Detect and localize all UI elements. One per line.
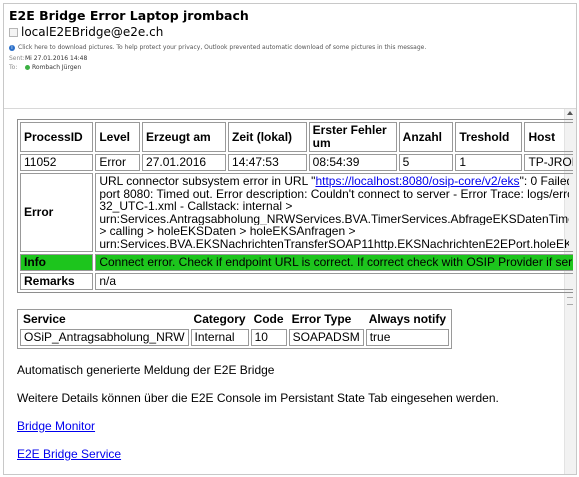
cell-host: TP-JROMBA	[524, 154, 573, 171]
col-time: Zeit (lokal)	[228, 122, 307, 152]
cell-category: Internal	[190, 329, 249, 346]
cell-created: 27.01.2016	[142, 154, 227, 171]
service-table-header-row: Service Category Code Error Type Always …	[20, 312, 449, 327]
error-label: Error	[20, 173, 94, 252]
col-created: Erzeugt am	[142, 122, 227, 152]
sender-row: localE2EBridge@e2e.ch	[9, 24, 570, 41]
to-label: To:	[9, 64, 18, 71]
error-description: URL connector subsystem error in URL "ht…	[95, 173, 573, 252]
remarks-label: Remarks	[20, 273, 94, 290]
sender-address[interactable]: localE2EBridge@e2e.ch	[21, 24, 163, 41]
auto-message-text: Automatisch generierte Meldung der E2E B…	[17, 363, 275, 377]
cell-level: Error	[95, 154, 141, 171]
info-text: Connect error. Check if endpoint URL is …	[95, 254, 573, 271]
remarks-row: Remarks n/a	[20, 273, 573, 290]
error-line-1-post: ": 0 Failed	[519, 175, 570, 188]
table-row: OSiP_Antragsabholung_NRW Internal 10 SOA…	[20, 329, 450, 346]
col-service: Service	[23, 312, 66, 326]
col-always-notify: Always notify	[368, 312, 447, 326]
bridge-monitor-paragraph: Bridge Monitor	[17, 419, 573, 433]
message-body: ProcessID Level Erzeugt am Zeit (lokal) …	[4, 109, 576, 474]
error-line-1-pre: URL connector subsystem error in URL "	[99, 175, 316, 188]
col-threshold: Treshold	[455, 122, 523, 152]
remarks-value: n/a	[95, 273, 573, 290]
details-text: Weitere Details können über die E2E Cons…	[17, 391, 499, 405]
table-row: 11052 Error 27.01.2016 14:47:53 08:54:39…	[20, 154, 573, 171]
sender-checkbox-icon[interactable]	[9, 28, 18, 37]
col-host: Host	[524, 122, 573, 152]
col-code: Code	[253, 312, 284, 326]
email-subject: E2E Bridge Error Laptop jrombach	[9, 8, 249, 23]
to-row: To: Rombach Jürgen	[9, 63, 570, 72]
error-line-1: URL connector subsystem error in URL "ht…	[99, 175, 569, 188]
col-level: Level	[95, 122, 141, 152]
cell-always-notify: true	[365, 329, 450, 346]
cell-count: 5	[398, 154, 454, 171]
presence-icon	[25, 65, 30, 70]
cell-error-type: SOAPADSM	[288, 329, 364, 346]
cell-processid: 11052	[20, 154, 94, 171]
cell-time: 14:47:53	[228, 154, 307, 171]
scroll-up-arrow-icon[interactable]	[567, 111, 573, 115]
error-line-2: port 8080: Timed out. Error description:…	[99, 187, 570, 200]
error-url-link[interactable]: https://localhost:8080/osip-core/v2/eks	[315, 175, 519, 188]
col-first-error: Erster Fehler um	[308, 122, 397, 152]
download-pictures-bar[interactable]: i Click here to download pictures. To he…	[9, 42, 570, 54]
error-line-3: 32_UTC-1.xml - Callstack: internal >	[99, 200, 293, 213]
bridge-monitor-link[interactable]: Bridge Monitor	[17, 419, 95, 433]
to-value[interactable]: Rombach Jürgen	[32, 63, 81, 72]
error-table: ProcessID Level Erzeugt am Zeit (lokal) …	[17, 119, 573, 293]
error-detail-row: Error URL connector subsystem error in U…	[20, 173, 573, 252]
col-count: Anzahl	[398, 122, 454, 152]
download-pictures-text[interactable]: Click here to download pictures. To help…	[18, 42, 426, 54]
cell-code: 10	[250, 329, 287, 346]
info-label: Info	[20, 254, 94, 271]
error-line-6: urn:Services.BVA.EKSNachrichtenTransferS…	[99, 237, 570, 250]
error-line-4: urn:Services.Antragsabholung_NRWServices…	[99, 212, 570, 225]
email-header: E2E Bridge Error Laptop jrombach localE2…	[4, 4, 576, 72]
sent-label: Sent:	[9, 55, 25, 62]
cell-threshold: 1	[455, 154, 523, 171]
bridge-service-paragraph: E2E Bridge Service	[17, 447, 573, 461]
col-category: Category	[193, 312, 246, 326]
info-row: Info Connect error. Check if endpoint UR…	[20, 254, 573, 271]
error-line-5: > calling > holeEKSDaten > holeEKSAnfrag…	[99, 225, 356, 238]
service-table: Service Category Code Error Type Always …	[17, 309, 453, 349]
cell-service: OSiP_Antragsabholung_NRW	[20, 329, 189, 346]
sent-row: Sent: Mi 27.01.2016 14:48	[9, 54, 570, 63]
cell-first-error: 08:54:39	[308, 154, 397, 171]
info-icon: i	[9, 45, 15, 51]
col-processid: ProcessID	[20, 122, 94, 152]
email-window: E2E Bridge Error Laptop jrombach localE2…	[3, 3, 577, 475]
col-error-type: Error Type	[291, 312, 352, 326]
error-table-header-row: ProcessID Level Erzeugt am Zeit (lokal) …	[20, 122, 573, 152]
message-content: ProcessID Level Erzeugt am Zeit (lokal) …	[17, 119, 573, 461]
sent-value: Mi 27.01.2016 14:48	[25, 55, 88, 62]
bridge-service-link[interactable]: E2E Bridge Service	[17, 447, 121, 461]
